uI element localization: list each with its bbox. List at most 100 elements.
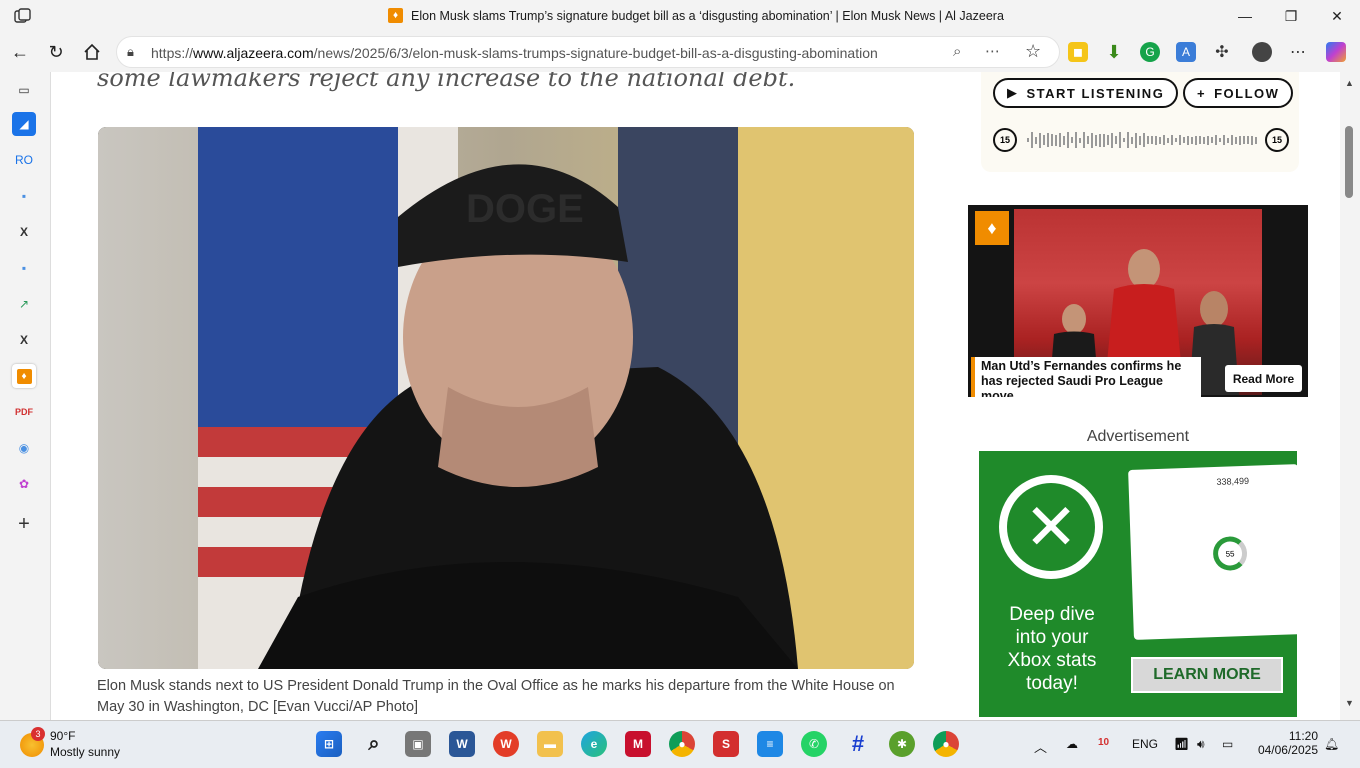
audio-waveform[interactable] xyxy=(1027,130,1259,150)
x-icon[interactable]: X xyxy=(12,220,36,244)
wifi-icon[interactable]: 📶︎ xyxy=(1174,737,1189,751)
waveform-bar xyxy=(1099,133,1101,147)
restore-button[interactable]: ❐ xyxy=(1278,6,1304,26)
url-text: https://www.aljazeera.com/news/2025/6/3/… xyxy=(151,45,878,61)
notifications-icon[interactable]: 🔔︎ xyxy=(1324,737,1339,751)
skip-forward-button[interactable]: 15 xyxy=(1265,128,1289,152)
waveform-bar xyxy=(1075,132,1077,148)
chrome-icon[interactable]: ● xyxy=(669,731,695,757)
close-button[interactable]: ✕ xyxy=(1324,6,1350,26)
chrome-profile-icon[interactable]: ● xyxy=(933,731,959,757)
start-listening-button[interactable]: ▶ START LISTENING xyxy=(993,78,1179,108)
edge-sidebar: ▭ ◢ RO ▪ X ▪ ↗ X ♦ PDF ◉ ✿ + xyxy=(0,72,48,720)
waveform-bar xyxy=(1143,133,1145,147)
read-more-button[interactable]: Read More xyxy=(1225,365,1302,392)
waveform-bar xyxy=(1151,136,1153,144)
more-options-icon[interactable]: ⋯ xyxy=(985,42,1000,60)
word-icon[interactable]: W xyxy=(449,731,475,757)
waveform-bar xyxy=(1071,137,1073,143)
plus-icon: + xyxy=(1197,85,1207,101)
extension-icon[interactable]: ◼ xyxy=(1068,42,1088,62)
waveform-bar xyxy=(1183,137,1185,143)
bookmark-app-icon[interactable]: ▪ xyxy=(12,184,36,208)
waveform-bar xyxy=(1155,135,1157,145)
scrollbar-thumb[interactable] xyxy=(1345,126,1353,198)
waveform-bar xyxy=(1255,136,1257,144)
doc-app-icon[interactable]: ▪ xyxy=(12,256,36,280)
waveform-bar xyxy=(1055,134,1057,146)
al-jazeera-logo: ♦ xyxy=(975,211,1009,245)
waveform-bar xyxy=(1083,132,1085,148)
tab-sidebar-icon[interactable]: ▭ xyxy=(12,78,36,102)
follow-button[interactable]: + FOLLOW xyxy=(1183,78,1294,108)
tab-actions-icon[interactable] xyxy=(14,8,32,24)
task-view-icon[interactable]: ▣ xyxy=(405,731,431,757)
notepad-icon[interactable]: ≡ xyxy=(757,731,783,757)
skip-back-button[interactable]: 15 xyxy=(993,128,1017,152)
minimize-button[interactable]: — xyxy=(1232,6,1258,26)
onedrive-icon[interactable]: ☁ xyxy=(1066,737,1078,751)
pdf-icon[interactable]: PDF xyxy=(12,400,36,424)
globe-icon[interactable]: ◉ xyxy=(12,436,36,460)
browser-toolbar: ← ↻ 🔒︎ https://www.aljazeera.com/news/20… xyxy=(0,32,1360,72)
mendeley-icon[interactable]: M xyxy=(625,731,651,757)
home-icon[interactable] xyxy=(80,40,104,64)
language-indicator[interactable]: ENG xyxy=(1132,737,1158,751)
promo-headline[interactable]: Man Utd’s Fernandes confirms he has reje… xyxy=(971,357,1201,397)
waveform-bar xyxy=(1131,136,1133,144)
back-icon[interactable]: ← xyxy=(8,40,32,64)
tray-chevron-icon[interactable]: ︿ xyxy=(1034,737,1047,756)
trend-icon[interactable]: ↗ xyxy=(12,292,36,316)
whatsapp-icon[interactable]: ✆ xyxy=(801,731,827,757)
audio-player: ▶ START LISTENING + FOLLOW 15 15 xyxy=(981,72,1299,172)
x-icon[interactable]: X xyxy=(12,328,36,352)
green-app-icon[interactable]: ✱ xyxy=(889,731,915,757)
scroll-up-icon[interactable]: ▲ xyxy=(1345,78,1354,88)
waveform-bar xyxy=(1035,136,1037,144)
app-se-icon[interactable]: S xyxy=(713,731,739,757)
battery-icon[interactable]: ▭ xyxy=(1222,737,1233,751)
app-icon[interactable]: ◢ xyxy=(12,112,36,136)
ro-app-icon[interactable]: RO xyxy=(12,148,36,172)
edge-icon[interactable]: e xyxy=(581,731,607,757)
xbox-advertisement[interactable]: ✕ Deep dive into your Xbox stats today! … xyxy=(979,451,1297,717)
clock[interactable]: 11:20 04/06/2025 xyxy=(1258,729,1318,757)
waveform-bar xyxy=(1171,135,1173,145)
ad-text: Deep dive into your Xbox stats today! xyxy=(1007,604,1097,694)
add-icon[interactable]: + xyxy=(12,512,36,536)
copilot-icon[interactable]: ✿ xyxy=(12,472,36,496)
al-jazeera-icon[interactable]: ♦ xyxy=(12,364,36,388)
copilot-icon[interactable] xyxy=(1326,42,1346,62)
address-bar[interactable]: 🔒︎ https://www.aljazeera.com/news/2025/6… xyxy=(116,36,1060,68)
site-info-icon[interactable]: 🔒︎ xyxy=(127,44,134,60)
download-icon[interactable]: ⬇ xyxy=(1104,42,1124,62)
page-scrollbar[interactable]: ▲ ▼ xyxy=(1340,72,1360,720)
learn-more-button[interactable]: LEARN MORE xyxy=(1131,657,1283,693)
start-icon[interactable]: ⊞ xyxy=(316,731,342,757)
waveform-bar xyxy=(1223,135,1225,145)
waveform-bar xyxy=(1231,135,1233,145)
file-explorer-icon[interactable]: ▬ xyxy=(537,731,563,757)
wps-icon[interactable]: W xyxy=(493,731,519,757)
volume-icon[interactable]: 🔊︎ xyxy=(1197,737,1205,752)
calendar-badge[interactable]: 10 xyxy=(1098,737,1109,748)
waveform-bar xyxy=(1251,135,1253,145)
waveform-bar xyxy=(1043,135,1045,145)
waveform-bar xyxy=(1095,134,1097,146)
search-icon[interactable]: ⌕ xyxy=(361,731,387,757)
settings-more-icon[interactable]: ⋯ xyxy=(1288,42,1308,62)
waveform-bar xyxy=(1235,136,1237,144)
promo-card[interactable]: ♦ Man Utd’s Fernandes confirms he has re… xyxy=(968,205,1308,397)
waveform-bar xyxy=(1239,135,1241,145)
translate-icon[interactable]: A xyxy=(1176,42,1196,62)
hash-app-icon[interactable]: # xyxy=(845,731,871,757)
zoom-icon[interactable]: ⌕ xyxy=(953,43,961,60)
grammarly-icon[interactable]: G xyxy=(1140,42,1160,62)
extensions-puzzle-icon[interactable]: ✣ xyxy=(1212,42,1232,62)
scroll-down-icon[interactable]: ▼ xyxy=(1345,698,1354,708)
refresh-icon[interactable]: ↻ xyxy=(44,40,68,64)
favorite-star-icon[interactable]: ☆ xyxy=(1025,41,1041,62)
profile-avatar[interactable] xyxy=(1252,42,1272,62)
waveform-bar xyxy=(1051,134,1053,146)
waveform-bar xyxy=(1203,136,1205,144)
